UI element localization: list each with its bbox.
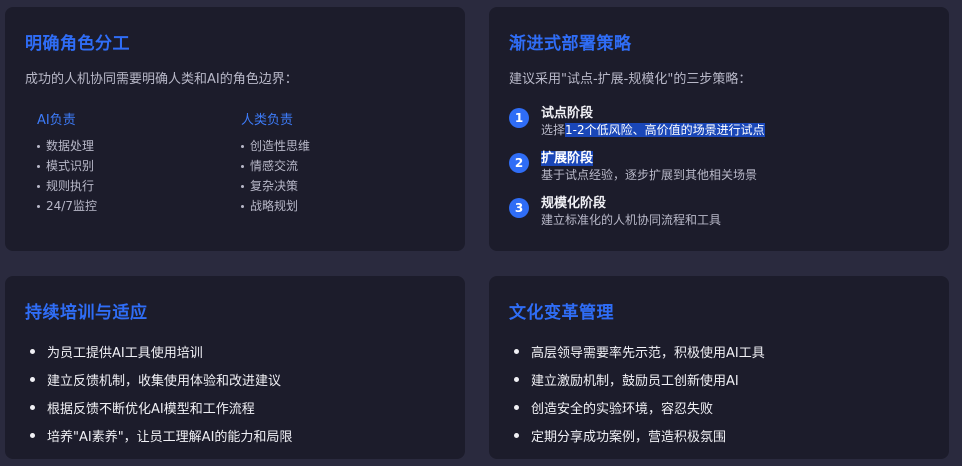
step-title: 规模化阶段 (541, 196, 607, 211)
human-role-heading: 人类负责 (241, 113, 294, 128)
deploy-card-title: 渐进式部署策略 (509, 34, 632, 54)
step-number-badge: 3 (509, 198, 529, 218)
bullet-icon (514, 348, 519, 354)
step-number-badge: 1 (509, 108, 529, 128)
selected-text-highlight: 扩展阶段 (541, 151, 594, 166)
culture-card: 文化变革管理 高层领导需要率先示范，积极使用AI工具 建立激励机制，鼓励员工创新… (489, 276, 949, 459)
step-item: 1 试点阶段 选择1-2个低风险、高价值的场景进行试点 (509, 105, 929, 138)
bullet-icon (241, 204, 244, 208)
culture-card-title: 文化变革管理 (509, 303, 614, 323)
human-role-item: 战略规划 (241, 196, 445, 216)
step-description: 选择1-2个低风险、高价值的场景进行试点 (541, 123, 765, 137)
ai-role-item: 模式识别 (37, 156, 241, 176)
list-item: 建立激励机制，鼓励员工创新使用AI (509, 365, 929, 393)
bullet-icon (514, 432, 519, 438)
bullet-icon (37, 144, 40, 148)
roles-card-title: 明确角色分工 (25, 34, 130, 54)
bullet-icon (37, 164, 40, 168)
ai-role-item: 数据处理 (37, 136, 241, 156)
bullet-icon (241, 184, 244, 188)
training-list: 为员工提供AI工具使用培训 建立反馈机制，收集使用体验和改进建议 根据反馈不断优… (25, 337, 445, 449)
list-item: 建立反馈机制，收集使用体验和改进建议 (25, 365, 445, 393)
step-number-badge: 2 (509, 153, 529, 173)
selected-text-highlight: 1-2个低风险、高价值的场景进行试点 (565, 123, 765, 137)
human-role-item: 创造性思维 (241, 136, 445, 156)
bullet-icon (30, 404, 35, 410)
bullet-icon (514, 376, 519, 382)
list-item: 创造安全的实验环境，容忍失败 (509, 393, 929, 421)
ai-role-item: 24/7监控 (37, 196, 241, 216)
deploy-card: 渐进式部署策略 建议采用"试点-扩展-规模化"的三步策略： 1 试点阶段 选择1… (489, 7, 949, 251)
bullet-icon (30, 432, 35, 438)
list-item: 定期分享成功案例，营造积极氛围 (509, 421, 929, 449)
list-item: 培养"AI素养"，让员工理解AI的能力和局限 (25, 421, 445, 449)
list-item: 高层领导需要率先示范，积极使用AI工具 (509, 337, 929, 365)
roles-card-intro: 成功的人机协同需要明确人类和AI的角色边界： (25, 72, 298, 87)
bullet-icon (30, 376, 35, 382)
step-item: 2 扩展阶段 基于试点经验，逐步扩展到其他相关场景 (509, 150, 929, 183)
ai-role-item: 规则执行 (37, 176, 241, 196)
bullet-icon (37, 184, 40, 188)
human-role-column: 人类负责 创造性思维 情感交流 复杂决策 战略规划 (241, 109, 445, 216)
steps-list: 1 试点阶段 选择1-2个低风险、高价值的场景进行试点 2 扩展阶段 基于试点经… (509, 105, 929, 228)
step-item: 3 规模化阶段 建立标准化的人机协同流程和工具 (509, 195, 929, 228)
training-card: 持续培训与适应 为员工提供AI工具使用培训 建立反馈机制，收集使用体验和改进建议… (5, 276, 465, 459)
human-role-item: 复杂决策 (241, 176, 445, 196)
step-description: 建立标准化的人机协同流程和工具 (541, 213, 722, 227)
bullet-icon (514, 404, 519, 410)
step-title: 扩展阶段 (541, 150, 757, 167)
bullet-icon (241, 164, 244, 168)
list-item: 根据反馈不断优化AI模型和工作流程 (25, 393, 445, 421)
ai-role-column: AI负责 数据处理 模式识别 规则执行 24/7监控 (37, 109, 241, 216)
human-role-item: 情感交流 (241, 156, 445, 176)
culture-list: 高层领导需要率先示范，积极使用AI工具 建立激励机制，鼓励员工创新使用AI 创造… (509, 337, 929, 449)
roles-card: 明确角色分工 成功的人机协同需要明确人类和AI的角色边界： AI负责 数据处理 … (5, 7, 465, 251)
bullet-icon (30, 348, 35, 354)
deploy-card-intro: 建议采用"试点-扩展-规模化"的三步策略： (509, 72, 752, 87)
roles-columns: AI负责 数据处理 模式识别 规则执行 24/7监控 人类负责 创造性思维 情感… (25, 109, 445, 216)
bullet-icon (37, 204, 40, 208)
ai-role-heading: AI负责 (37, 113, 76, 128)
bullet-icon (241, 144, 244, 148)
list-item: 为员工提供AI工具使用培训 (25, 337, 445, 365)
step-title: 试点阶段 (541, 106, 594, 121)
training-card-title: 持续培训与适应 (25, 303, 148, 323)
step-description: 基于试点经验，逐步扩展到其他相关场景 (541, 168, 758, 182)
